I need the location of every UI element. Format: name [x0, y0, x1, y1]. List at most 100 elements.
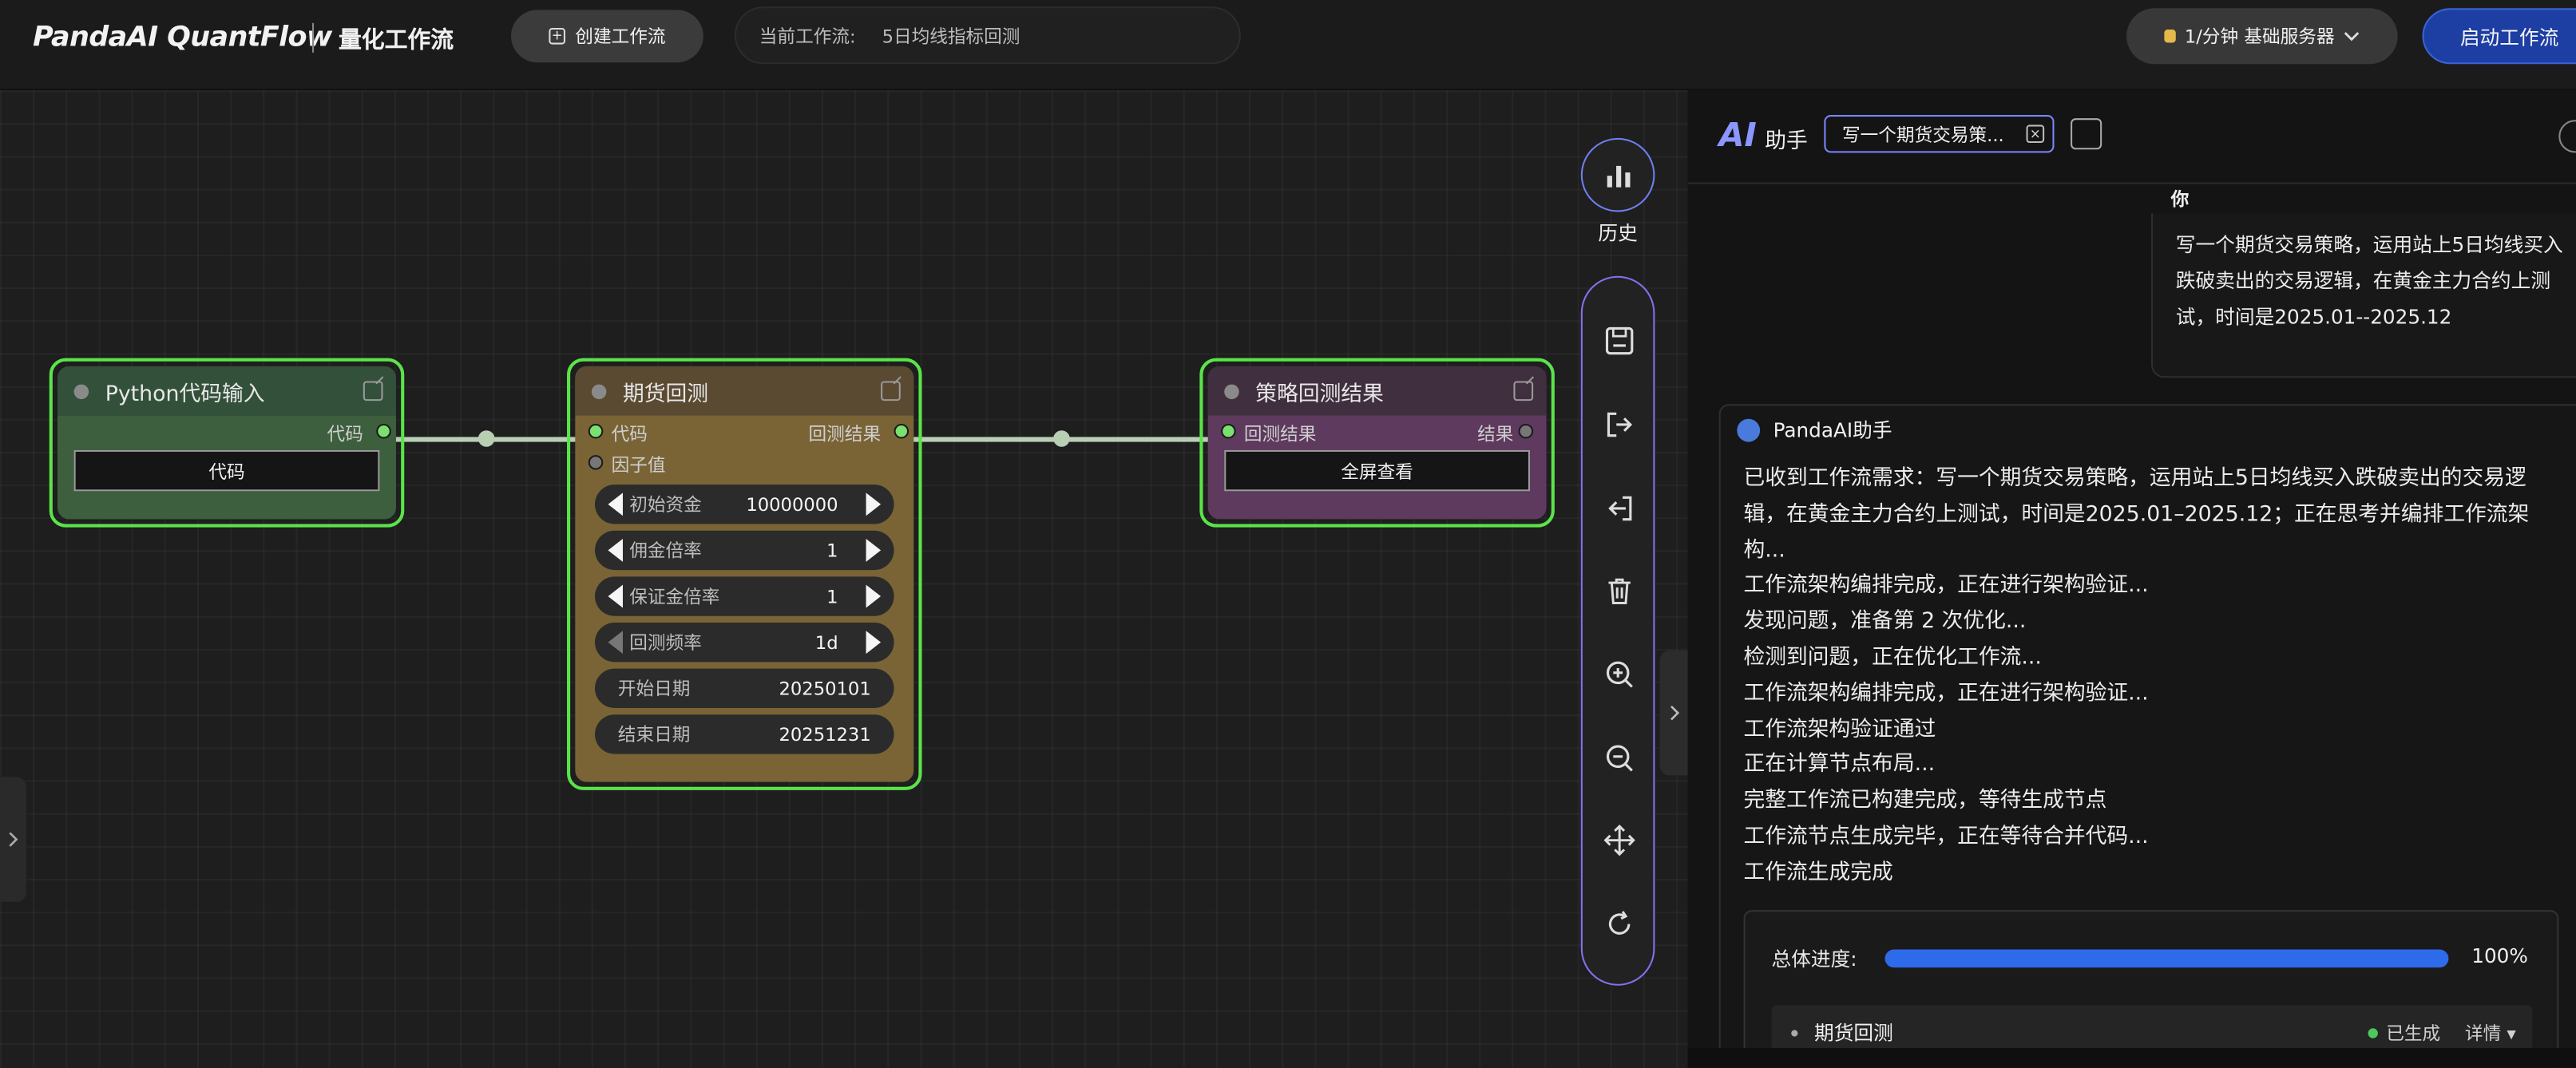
ai-assistant-panel: AI 助手 写一个期货交易策... × 你 写一个期货交易策略，运用站上5日均线… [1687, 90, 2576, 1068]
decrement-icon[interactable] [608, 584, 623, 608]
assistant-title: 助手 [1765, 129, 1808, 155]
zoom-in-icon[interactable] [1604, 659, 1635, 690]
param-value[interactable]: 20251231 [779, 724, 870, 746]
canvas-toolbar [1580, 275, 1655, 986]
port-row: 代码 回测结果 [575, 416, 913, 447]
param-margin[interactable]: 保证金倍率 1 [594, 576, 894, 616]
move-icon[interactable] [1603, 825, 1635, 856]
close-icon[interactable]: × [2026, 125, 2045, 144]
top-bar: PandaAI QuantFlow 量化工作流 + 创建工作流 当前工作流: 5… [0, 0, 2576, 91]
param-value[interactable]: 10000000 [746, 493, 838, 515]
settings-icon[interactable] [2558, 120, 2576, 153]
port-row: 因子值 [575, 447, 913, 478]
param-value[interactable]: 1 [826, 540, 838, 561]
param-label: 初始资金 [629, 494, 702, 516]
param-label: 结束日期 [617, 724, 691, 746]
refresh-icon[interactable] [1604, 908, 1635, 939]
user-label: 你 [2170, 188, 2190, 211]
input-port[interactable] [588, 455, 604, 470]
edge-midpoint[interactable] [1053, 430, 1070, 447]
log-line: 工作流架构验证通过 [1743, 717, 1936, 742]
port-label: 代码 [327, 423, 363, 445]
conversation-tab-label: 写一个期货交易策... [1842, 124, 2004, 146]
create-workflow-button[interactable]: + 创建工作流 [511, 10, 703, 63]
progress-label: 总体进度: [1771, 947, 1857, 971]
node-header[interactable]: Python代码输入 [57, 366, 396, 416]
app-logo: PandaAI QuantFlow [33, 21, 332, 54]
chevron-right-icon [9, 832, 18, 847]
fullscreen-view-button[interactable]: 全屏查看 [1224, 449, 1530, 492]
panel-collapse-toggle[interactable] [1659, 650, 1688, 776]
node-title: Python代码输入 [105, 382, 265, 407]
chevron-down-icon [2343, 32, 2359, 42]
output-port[interactable] [376, 423, 391, 439]
input-port[interactable] [588, 423, 604, 439]
param-value[interactable]: 20250101 [779, 678, 870, 699]
status-dot [73, 383, 89, 399]
panda-avatar-icon [1737, 417, 1761, 441]
param-label: 佣金倍率 [629, 540, 702, 562]
port-label: 回测结果 [808, 423, 882, 445]
param-start-date[interactable]: 开始日期 20250101 [594, 668, 894, 708]
node-strategy-result[interactable]: 策略回测结果 回测结果 结果 全屏查看 [1199, 358, 1555, 528]
decrement-icon[interactable] [608, 492, 623, 516]
conversation-tab[interactable]: 写一个期货交易策... × [1824, 115, 2055, 153]
start-workflow-button[interactable]: 启动工作流 [2422, 8, 2576, 65]
output-port[interactable] [1518, 423, 1534, 439]
increment-icon[interactable] [866, 631, 882, 655]
current-workflow-value: 5日均线指标回测 [882, 25, 1020, 47]
server-label: 1/分钟 基础服务器 [2184, 26, 2335, 48]
new-conversation-button[interactable] [2071, 118, 2102, 150]
input-port[interactable] [1221, 423, 1236, 439]
import-icon[interactable] [1604, 492, 1635, 524]
code-button[interactable]: 代码 [73, 449, 380, 492]
param-value[interactable]: 1d [815, 631, 838, 653]
param-end-date[interactable]: 结束日期 20251231 [594, 714, 894, 754]
log-line: 正在计算节点布局... [1743, 753, 1936, 778]
delete-icon[interactable] [1604, 575, 1635, 606]
task-status: 已生成 [2368, 1019, 2440, 1046]
workflow-canvas[interactable]: Python代码输入 代码 代码 期货回测 代码 回测结果 因子值 初始资金 1… [0, 90, 1688, 1068]
increment-icon[interactable] [866, 584, 882, 608]
edit-icon[interactable] [1513, 381, 1534, 401]
left-panel-toggle[interactable] [0, 777, 26, 902]
zoom-out-icon[interactable] [1604, 742, 1635, 773]
log-line: 工作流生成完成 [1743, 860, 1893, 885]
increment-icon[interactable] [866, 539, 882, 562]
ai-logo-icon: AI [1718, 115, 1757, 155]
node-python-code-input[interactable]: Python代码输入 代码 代码 [49, 358, 405, 528]
plus-square-icon: + [549, 27, 565, 45]
save-icon[interactable] [1604, 325, 1635, 356]
node-futures-backtest[interactable]: 期货回测 代码 回测结果 因子值 初始资金 10000000 佣金倍率 1 保证… [567, 358, 922, 790]
node-header[interactable]: 期货回测 [575, 366, 914, 416]
param-initial-capital[interactable]: 初始资金 10000000 [594, 485, 894, 524]
server-select[interactable]: 1/分钟 基础服务器 [2126, 8, 2398, 65]
param-value[interactable]: 1 [826, 586, 838, 607]
increment-icon[interactable] [866, 492, 882, 516]
port-label: 因子值 [611, 455, 666, 477]
bullet [1791, 1029, 1798, 1036]
param-label: 开始日期 [617, 678, 691, 700]
assistant-name-row: PandaAI助手 [1737, 416, 1892, 444]
param-label: 回测频率 [629, 632, 702, 655]
node-header[interactable]: 策略回测结果 [1207, 366, 1547, 416]
export-icon[interactable] [1604, 409, 1635, 440]
edit-icon[interactable] [881, 381, 901, 401]
param-frequency[interactable]: 回测频率 1d [594, 622, 894, 663]
current-workflow-field[interactable]: 当前工作流: 5日均线指标回测 [734, 6, 1241, 65]
node-title: 策略回测结果 [1255, 382, 1384, 407]
edge-midpoint[interactable] [478, 430, 495, 447]
current-workflow-label: 当前工作流: [759, 25, 856, 47]
task-detail-toggle[interactable]: 详情 ▾ [2465, 1019, 2516, 1046]
decrement-icon[interactable] [608, 631, 623, 655]
param-commission[interactable]: 佣金倍率 1 [594, 530, 894, 571]
create-workflow-label: 创建工作流 [575, 26, 666, 48]
history-button[interactable] [1580, 137, 1655, 212]
edit-icon[interactable] [363, 381, 383, 401]
log-line: 工作流架构编排完成，正在进行架构验证... [1743, 681, 2149, 706]
status-dot [2368, 1027, 2378, 1038]
param-label: 保证金倍率 [629, 586, 720, 608]
log-line: 检测到问题，正在优化工作流... [1743, 645, 2042, 670]
decrement-icon[interactable] [608, 539, 623, 562]
output-port[interactable] [894, 423, 910, 439]
